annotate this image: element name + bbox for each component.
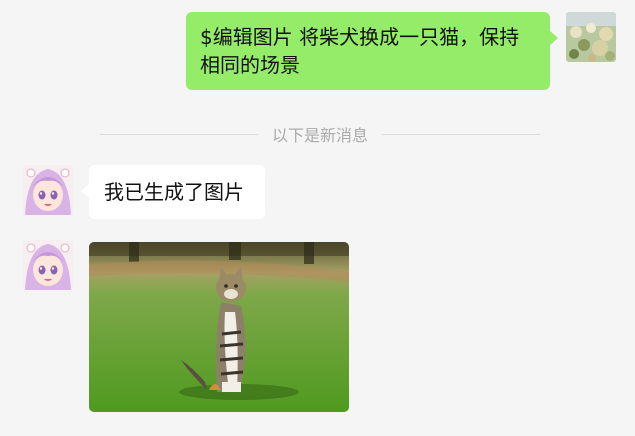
user-avatar[interactable] bbox=[566, 12, 616, 62]
generated-cat-image[interactable] bbox=[89, 242, 349, 412]
anime-girl-avatar-icon bbox=[23, 240, 73, 290]
bot-avatar-2[interactable] bbox=[23, 240, 73, 290]
outgoing-message-bubble[interactable]: $编辑图片 将柴犬换成一只猫，保持相同的场景 bbox=[186, 12, 558, 90]
incoming-message-bubble[interactable]: 我已生成了图片 bbox=[81, 165, 265, 219]
outgoing-message-text: $编辑图片 将柴犬换成一只猫，保持相同的场景 bbox=[200, 25, 520, 77]
anime-girl-avatar-icon bbox=[23, 165, 73, 215]
bot-avatar[interactable] bbox=[23, 165, 73, 215]
incoming-message-text: 我已生成了图片 bbox=[104, 180, 244, 204]
divider-line-left bbox=[100, 133, 258, 135]
cat-on-grass-image bbox=[89, 242, 349, 412]
new-messages-divider: 以下是新消息 bbox=[100, 122, 541, 146]
flowers-photo-icon bbox=[566, 12, 616, 62]
divider-label: 以下是新消息 bbox=[272, 126, 369, 145]
divider-line-right bbox=[382, 133, 541, 135]
